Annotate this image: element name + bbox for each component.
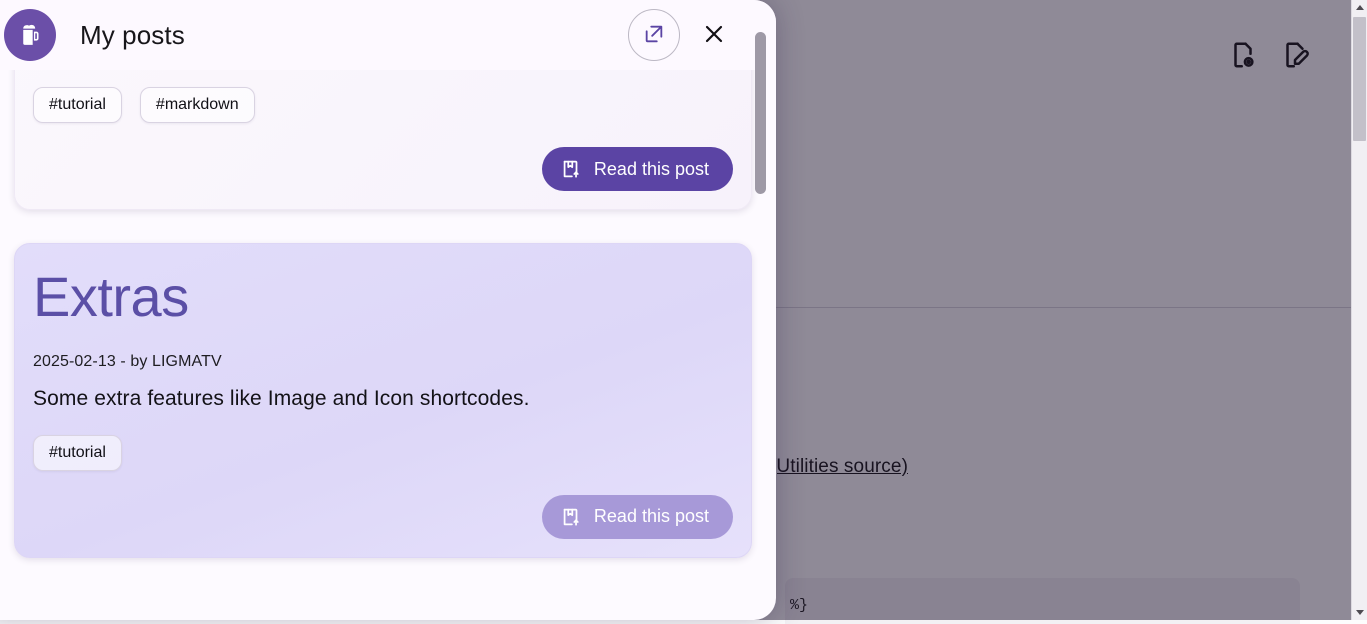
post-tag[interactable]: #tutorial (33, 435, 122, 471)
file-eye-icon[interactable] (1228, 40, 1258, 70)
scroll-down-arrow-icon[interactable] (1352, 605, 1367, 620)
modal-scrollbar-thumb[interactable] (755, 32, 766, 194)
post-meta: 2025-02-13 - by LIGMATV (33, 353, 733, 371)
post-card-actions: Read this post (33, 147, 733, 191)
modal-header: My posts (0, 0, 776, 70)
page-title: My posts (80, 20, 185, 51)
modal-scrollbar[interactable] (755, 0, 766, 620)
post-tag-list: #tutorial (33, 435, 733, 471)
post-card[interactable]: Extras 2025-02-13 - by LIGMATV Some extr… (14, 243, 752, 558)
post-card[interactable]: 2025-02-13 - by LIGMATV The right way to… (14, 70, 752, 210)
content-divider (770, 307, 1367, 308)
utilities-source-link[interactable]: (Utilities source) (770, 456, 908, 478)
open-in-new-window-button[interactable] (628, 9, 680, 61)
post-title: Extras (33, 268, 733, 327)
book-open-icon (560, 506, 582, 528)
post-tag-list: #tutorial #markdown (33, 87, 733, 123)
document-actions-toolbar (1228, 40, 1310, 70)
book-open-icon (560, 158, 582, 180)
my-posts-modal: My posts (0, 0, 776, 620)
posts-list: 2025-02-13 - by LIGMATV The right way to… (0, 70, 776, 591)
browser-scrollbar-thumb[interactable] (1353, 17, 1366, 141)
read-this-post-label: Read this post (594, 159, 709, 180)
read-this-post-button[interactable]: Read this post (542, 495, 733, 539)
file-pencil-icon[interactable] (1280, 40, 1310, 70)
browser-scrollbar[interactable] (1351, 0, 1367, 620)
scroll-up-arrow-icon[interactable] (1352, 0, 1367, 15)
post-tag[interactable]: #markdown (140, 87, 255, 123)
code-block (785, 578, 1300, 624)
read-this-post-label: Read this post (594, 506, 709, 527)
close-icon (702, 22, 726, 49)
post-summary: Some extra features like Image and Icon … (33, 387, 733, 411)
close-button[interactable] (694, 9, 734, 61)
post-card-actions: Read this post (33, 495, 733, 539)
modal-scroll-area[interactable]: 2025-02-13 - by LIGMATV The right way to… (0, 70, 776, 620)
post-tag[interactable]: #tutorial (33, 87, 122, 123)
beer-mug-icon (4, 9, 56, 61)
read-this-post-button[interactable]: Read this post (542, 147, 733, 191)
external-link-icon (643, 23, 665, 48)
modal-header-actions (628, 9, 734, 61)
code-snippet-text: %} (790, 597, 808, 614)
